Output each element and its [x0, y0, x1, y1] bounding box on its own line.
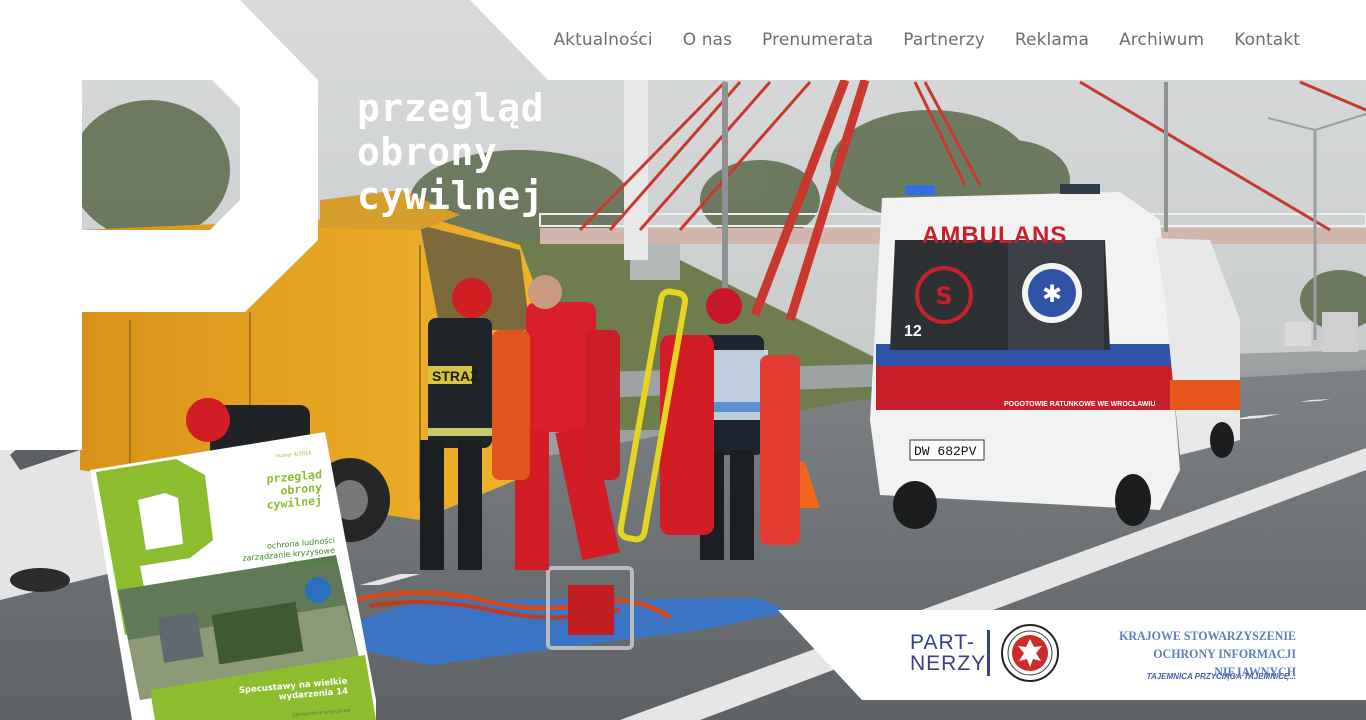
partner-tagline: TAJEMNICA PRZYCIĄGA TAJEMNICĘ...: [1146, 672, 1296, 681]
partners-label-line-2: NERZY: [910, 652, 987, 675]
cover-artwork: [90, 432, 376, 720]
cover-title: przegląd obrony cywilnej: [232, 467, 322, 515]
eagle-emblem-icon[interactable]: [1000, 622, 1060, 684]
partners-label-line-1: PART-: [910, 631, 975, 654]
partner-org-line-1: KRAJOWE STOWARZYSZENIE: [1119, 628, 1296, 643]
partners-label: PART- NERZY: [910, 632, 986, 674]
